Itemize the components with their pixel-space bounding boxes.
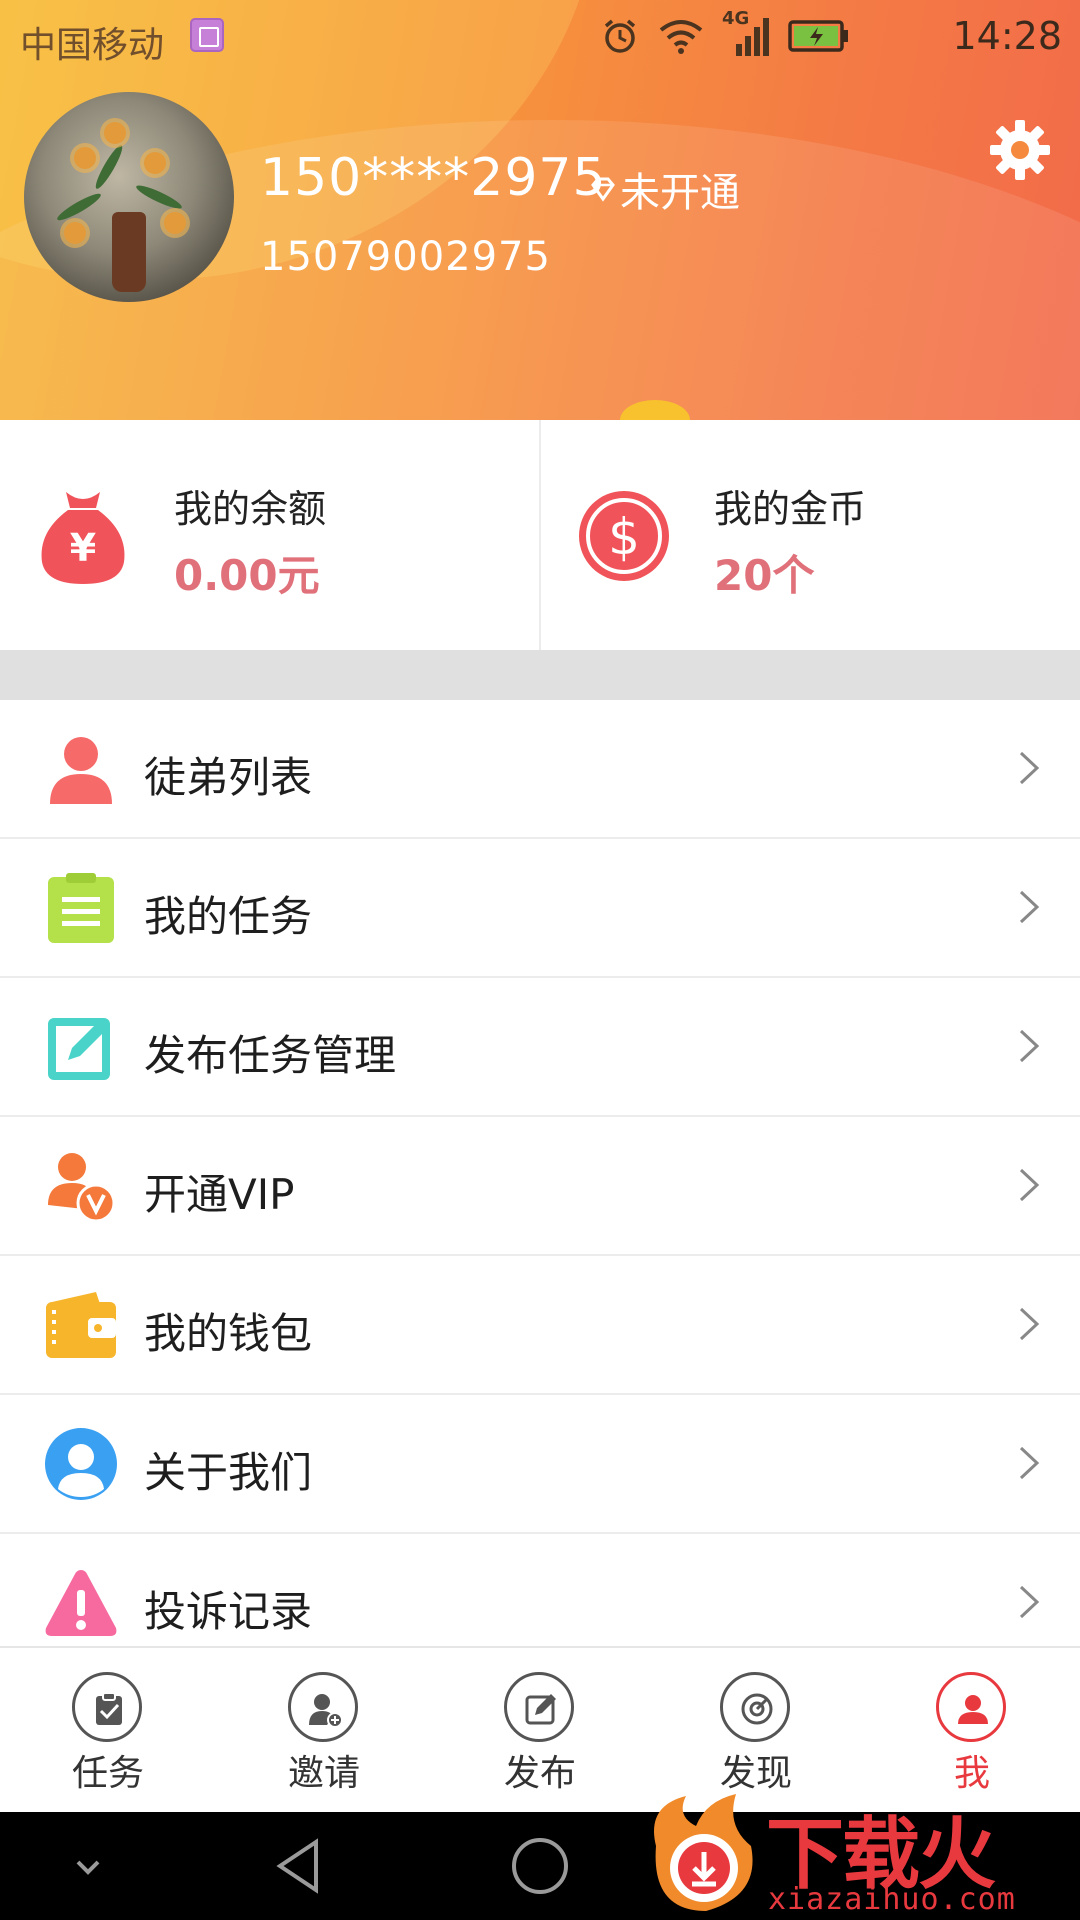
wifi-icon xyxy=(659,20,703,54)
tab-label: 任务 xyxy=(71,1753,144,1794)
menu-item-label: 关于我们 xyxy=(144,1448,313,1497)
coins-label: 我的金币 xyxy=(714,487,867,531)
carrier-name: 中国移动 xyxy=(20,25,165,66)
watermark: 下载火 xiazaihuo.com xyxy=(636,1786,1080,1920)
menu-item-label: 徒弟列表 xyxy=(144,753,313,802)
wallet-icon xyxy=(46,1292,116,1358)
status-time: 14:28 xyxy=(952,14,1062,58)
alarm-icon xyxy=(604,19,636,53)
menu-item-label: 我的任务 xyxy=(144,892,313,941)
coins-card[interactable]: $ 我的金币 20个 xyxy=(540,420,1080,650)
profile-header: 中国移动 4G 14:28 150****2975 未开通 1507900297… xyxy=(0,0,1080,420)
user-circle-icon xyxy=(45,1428,117,1500)
menu-item-label: 发布任务管理 xyxy=(144,1031,397,1080)
vip-status-text: 未开通 xyxy=(620,170,740,216)
diamond-icon xyxy=(591,177,615,202)
chevron-right-icon xyxy=(1019,1446,1040,1480)
menu-item-label: 投诉记录 xyxy=(144,1587,313,1636)
menu-item-apprentices[interactable]: 徒弟列表 xyxy=(0,700,1080,839)
tab-invite[interactable]: 邀请 xyxy=(216,1648,432,1814)
status-icons: 4G xyxy=(600,8,850,58)
signal-icon: 4G xyxy=(722,8,770,58)
menu-list: 徒弟列表 我的任务 发布任务管理 开通VIP 我的钱包 关于我们 投诉记录 xyxy=(0,700,1080,1673)
balance-card[interactable]: ¥ 我的余额 0.00元 xyxy=(0,420,540,650)
back-triangle-icon[interactable] xyxy=(266,1832,334,1900)
tab-publish[interactable]: 发布 xyxy=(432,1648,648,1814)
tab-label: 邀请 xyxy=(287,1753,360,1794)
balance-label: 我的余额 xyxy=(174,487,327,531)
menu-item-open-vip[interactable]: 开通VIP xyxy=(0,1117,1080,1256)
user-display-name: 150****2975 xyxy=(260,148,607,208)
coin-dollar-icon: $ xyxy=(579,491,669,581)
menu-item-my-wallet[interactable]: 我的钱包 xyxy=(0,1256,1080,1395)
me-icon xyxy=(936,1672,1006,1742)
clipboard-icon xyxy=(48,873,114,943)
chevron-right-icon xyxy=(1019,1168,1040,1202)
menu-item-publish-task-management[interactable]: 发布任务管理 xyxy=(0,978,1080,1117)
watermark-url: xiazaihuo.com xyxy=(768,1882,1016,1917)
user-phone: 15079002975 xyxy=(260,234,551,280)
menu-item-label: 我的钱包 xyxy=(144,1309,313,1358)
flame-logo-icon xyxy=(654,1794,753,1911)
menu-item-about-us[interactable]: 关于我们 xyxy=(0,1395,1080,1534)
tab-task[interactable]: 任务 xyxy=(0,1648,216,1814)
svg-text:$: $ xyxy=(608,508,640,566)
balance-value: 0.00元 xyxy=(174,551,320,600)
settings-gear-icon[interactable] xyxy=(988,118,1052,182)
vip-status[interactable]: 未开通 xyxy=(590,160,740,218)
money-bag-icon: ¥ xyxy=(41,492,125,584)
home-circle-icon[interactable] xyxy=(506,1832,574,1900)
wallet-summary: ¥ 我的余额 0.00元 $ 我的金币 20个 xyxy=(0,420,1080,650)
warning-icon xyxy=(45,1570,117,1636)
publish-icon xyxy=(504,1672,574,1742)
discover-icon xyxy=(720,1672,790,1742)
coins-value: 20个 xyxy=(714,551,815,600)
chevron-right-icon xyxy=(1019,890,1040,924)
avatar[interactable] xyxy=(24,92,234,302)
section-separator xyxy=(0,650,1080,700)
menu-item-label: 开通VIP xyxy=(144,1170,295,1219)
menu-item-my-tasks[interactable]: 我的任务 xyxy=(0,839,1080,978)
chevron-right-icon xyxy=(1019,1307,1040,1341)
person-icon xyxy=(50,737,112,804)
invite-icon xyxy=(288,1672,358,1742)
task-icon xyxy=(72,1672,142,1742)
image-notification-icon xyxy=(190,18,224,52)
status-bar: 中国移动 4G 14:28 xyxy=(0,0,1080,76)
chevron-right-icon xyxy=(1019,1029,1040,1063)
vip-user-icon xyxy=(48,1153,116,1223)
tab-label: 发布 xyxy=(503,1753,576,1794)
battery-icon xyxy=(788,20,848,52)
edit-icon xyxy=(48,1018,110,1080)
chevron-right-icon xyxy=(1019,1585,1040,1619)
chevron-right-icon xyxy=(1019,751,1040,785)
chevron-down-icon[interactable] xyxy=(54,1832,122,1900)
svg-text:¥: ¥ xyxy=(70,526,96,570)
